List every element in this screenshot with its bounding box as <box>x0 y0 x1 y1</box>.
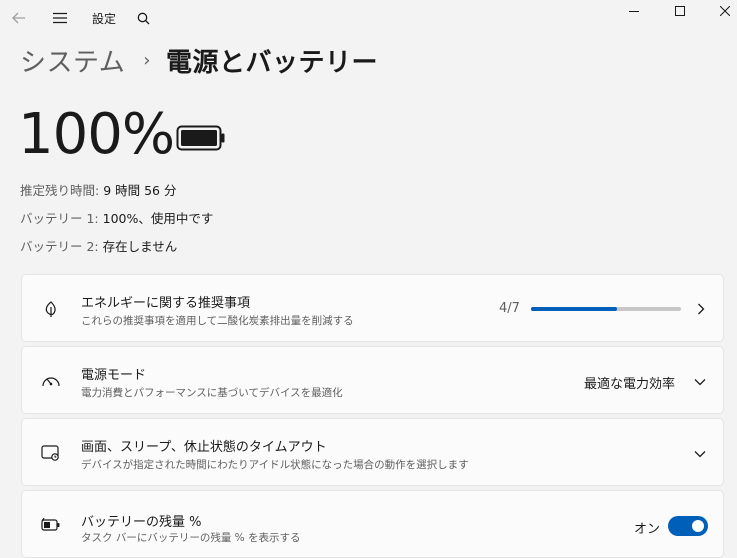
screen-sleep-title: 画面、スリープ、休止状態のタイムアウト <box>81 440 327 455</box>
battery-percentage-title: バッテリーの残量 % <box>81 515 202 530</box>
minimize-button[interactable] <box>611 0 657 22</box>
screen-timeout-icon <box>40 442 62 464</box>
battery-percentage-toggle[interactable] <box>668 516 708 536</box>
battery2-row: バッテリー 2: 存在しません <box>20 236 177 255</box>
maximize-button[interactable] <box>657 0 703 22</box>
window-title: 設定 <box>92 11 117 26</box>
energy-recommendations-title: エネルギーに関する推奨事項 <box>81 296 251 311</box>
power-mode-dropdown[interactable]: 最適な電力効率 <box>584 373 675 392</box>
battery1-label: バッテリー 1: <box>20 211 99 226</box>
screen-sleep-subtitle: デバイスが指定された時間にわたりアイドル状態になった場合の動作を選択します <box>81 459 469 471</box>
battery1-row: バッテリー 1: 100%、使用中です <box>20 208 213 227</box>
page-title: 電源とバッテリー <box>165 47 378 78</box>
close-button[interactable] <box>702 0 737 22</box>
energy-recommendations-subtitle: これらの推奨事項を適用して二酸化炭素排出量を削減する <box>81 315 354 327</box>
power-mode-subtitle: 電力消費とパフォーマンスに基づいてデバイスを最適化 <box>81 387 343 399</box>
estimated-time-value: 9 時間 56 分 <box>103 183 177 198</box>
title-bar: 設定 <box>0 0 737 36</box>
screen-sleep-timeout-card[interactable]: 画面、スリープ、休止状態のタイムアウト デバイスが指定された時間にわたりアイドル… <box>21 418 724 486</box>
battery-percentage-card: バッテリーの残量 % タスク バーにバッテリーの残量 % を表示する オン <box>21 490 724 558</box>
battery1-value: 100%、使用中です <box>102 211 214 226</box>
battery-charging-icon <box>40 514 62 536</box>
chevron-down-icon[interactable] <box>693 447 707 461</box>
back-arrow-icon[interactable] <box>10 8 28 28</box>
battery-percentage: 100% <box>18 102 175 167</box>
breadcrumb: システム › 電源とバッテリー <box>20 40 378 80</box>
recommendations-progress-count: 4/7 <box>499 301 520 316</box>
chevron-down-icon[interactable] <box>693 375 707 389</box>
battery2-value: 存在しません <box>102 239 178 254</box>
power-mode-card[interactable]: 電源モード 電力消費とパフォーマンスに基づいてデバイスを最適化 最適な電力効率 <box>21 346 724 414</box>
hamburger-menu-icon[interactable] <box>51 8 69 28</box>
breadcrumb-separator: › <box>143 49 151 71</box>
breadcrumb-system-link[interactable]: システム <box>20 42 125 79</box>
battery-percentage-toggle-label: オン <box>634 522 661 537</box>
leaf-icon <box>40 298 62 320</box>
battery-percentage-subtitle: タスク バーにバッテリーの残量 % を表示する <box>81 532 301 544</box>
toggle-knob <box>692 520 704 532</box>
power-mode-title: 電源モード <box>81 368 147 383</box>
battery-icon <box>176 125 226 155</box>
energy-recommendations-card[interactable]: エネルギーに関する推奨事項 これらの推奨事項を適用して二酸化炭素排出量を削減する… <box>21 274 724 342</box>
recommendations-progress-fill <box>531 307 617 311</box>
estimated-time-row: 推定残り時間: 9 時間 56 分 <box>20 180 176 199</box>
speedometer-icon <box>40 370 62 392</box>
chevron-right-icon <box>694 302 708 316</box>
search-icon[interactable] <box>135 8 151 28</box>
battery2-label: バッテリー 2: <box>20 239 99 254</box>
recommendations-progress-bar <box>531 307 681 311</box>
estimated-time-label: 推定残り時間: <box>20 183 100 198</box>
